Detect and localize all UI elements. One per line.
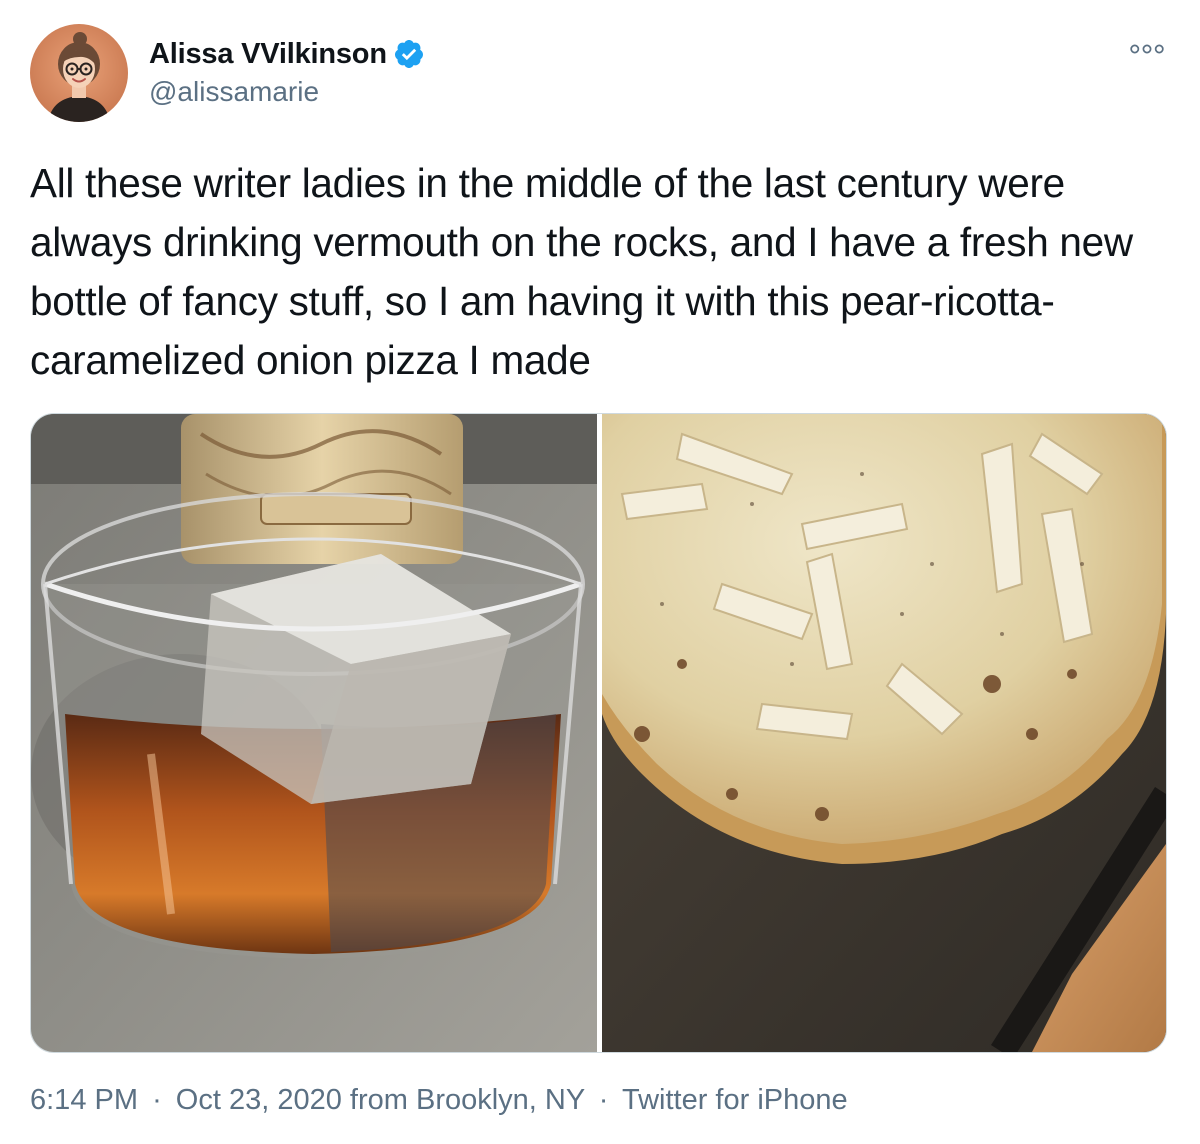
author-block: Alissa VVilkinson @alissamarie <box>149 36 425 108</box>
pizza-photo[interactable] <box>602 414 1166 1052</box>
tweet-location: from Brooklyn, NY <box>349 1084 585 1116</box>
separator: · <box>152 1084 162 1116</box>
avatar[interactable] <box>30 24 128 122</box>
display-name[interactable]: Alissa VVilkinson <box>149 38 387 71</box>
avatar-illustration <box>30 24 128 122</box>
more-options-button[interactable] <box>1122 34 1172 64</box>
media-grid <box>30 413 1167 1053</box>
more-dots-icon <box>1130 44 1164 54</box>
tweet: Alissa VVilkinson @alissamarie All these… <box>0 0 1200 1144</box>
verified-badge-icon <box>393 38 425 70</box>
name-row: Alissa VVilkinson <box>149 36 425 72</box>
tweet-time[interactable]: 6:14 PM <box>30 1084 138 1116</box>
tweet-source[interactable]: Twitter for iPhone <box>622 1084 848 1116</box>
separator-2: · <box>598 1084 609 1116</box>
tweet-text: All these writer ladies in the middle of… <box>30 160 1133 383</box>
handle[interactable]: @alissamarie <box>149 76 425 108</box>
vermouth-glass-image <box>31 414 597 1052</box>
tweet-date[interactable]: Oct 23, 2020 <box>176 1084 342 1116</box>
pizza-image <box>602 414 1166 1052</box>
tweet-meta: 6:14 PM · Oct 23, 2020 from Brooklyn, NY… <box>30 1084 848 1117</box>
vermouth-glass-photo[interactable] <box>31 414 597 1052</box>
